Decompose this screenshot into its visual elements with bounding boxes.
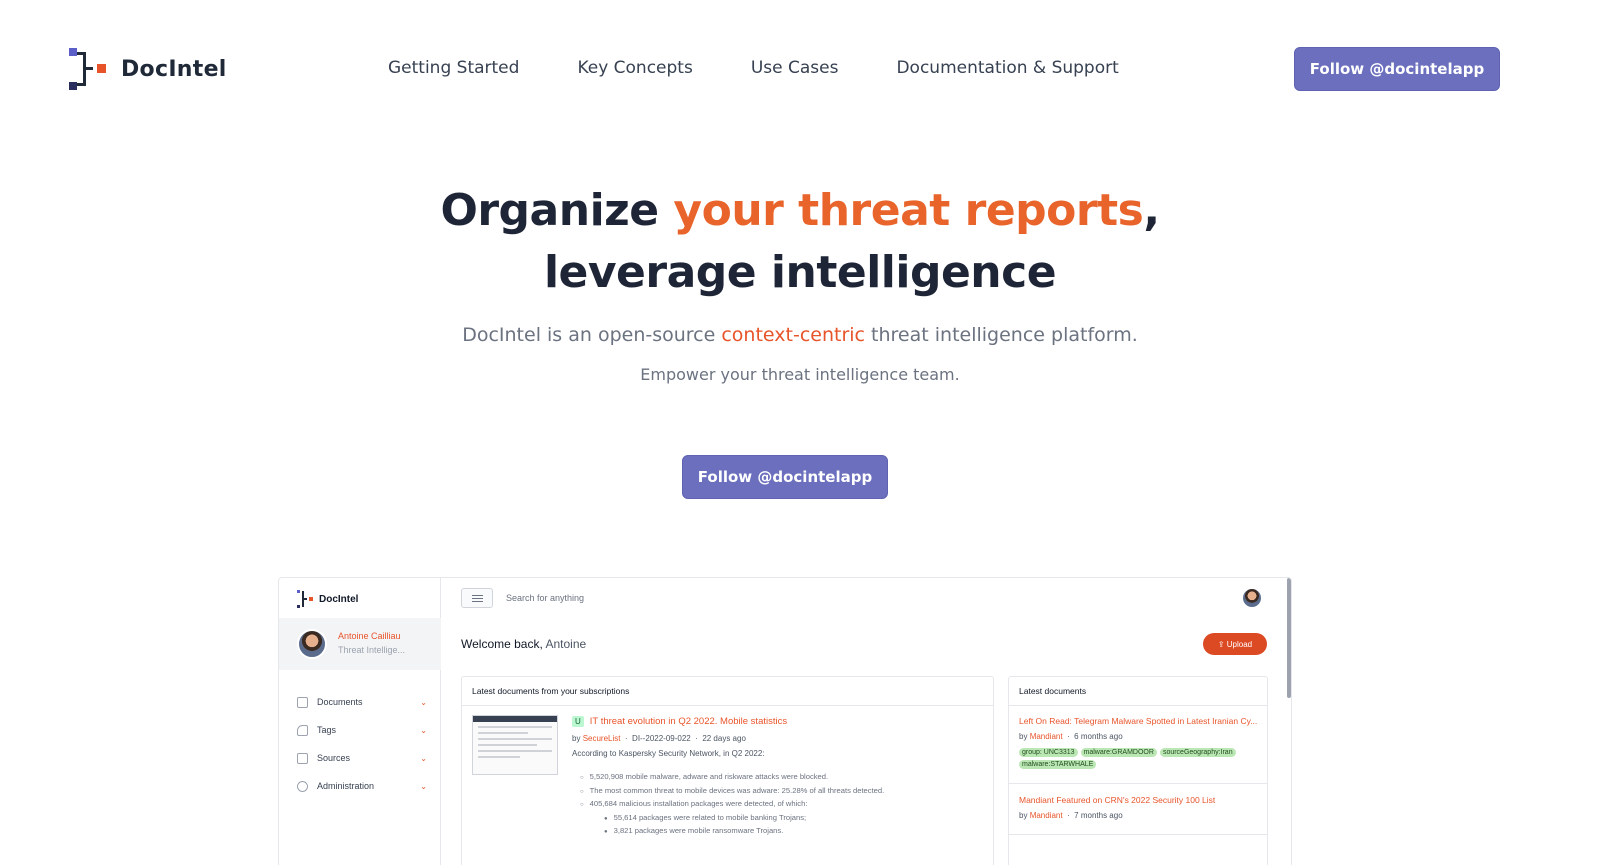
list-item: 55,614 packages were related to mobile b… (580, 813, 884, 827)
chevron-down-icon: ⌄ (420, 697, 427, 707)
hero-title-line2: leverage intelligence (543, 247, 1057, 298)
docintel-logo-icon (297, 590, 313, 608)
search-input[interactable]: Search for anything (506, 593, 584, 603)
upload-button[interactable]: ⇪ Upload (1203, 633, 1267, 655)
document-title-link[interactable]: Mandiant Featured on CRN's 2022 Security… (1019, 795, 1215, 805)
sidebar-item-label: Tags (317, 725, 337, 735)
top-navbar: DocIntel Getting Started Key Concepts Us… (0, 0, 1600, 140)
hero-section: Organize your threat reports, leverage i… (0, 180, 1600, 384)
tag-chip[interactable]: malware:STARWHALE (1019, 760, 1097, 769)
card-header: Latest documents from your subscriptions (462, 677, 993, 706)
list-item: 405,684 malicious installation packages … (580, 799, 884, 813)
hero-title-part1: Organize (440, 185, 674, 236)
sidebar-item-tags[interactable]: Tags ⌄ (297, 716, 427, 744)
document-age: 22 days ago (702, 734, 746, 743)
sidebar-item-administration[interactable]: Administration ⌄ (297, 772, 427, 800)
sidebar-nav: Documents ⌄ Tags ⌄ Sources ⌄ Administrat… (297, 688, 427, 800)
chevron-down-icon: ⌄ (420, 725, 427, 735)
brand-link[interactable]: DocIntel (69, 48, 227, 90)
follow-button-header[interactable]: Follow @docintelapp (1294, 47, 1500, 91)
app-screenshot: DocIntel Antoine Cailliau Threat Intelli… (278, 577, 1292, 865)
main-menu: Getting Started Key Concepts Use Cases D… (388, 58, 1119, 78)
list-item: The most common threat to mobile devices… (580, 786, 885, 800)
document-bullets: 5,520,908 mobile malware, adware and ris… (580, 772, 885, 840)
user-role: Threat Intellige... (338, 645, 406, 655)
latest-documents-card: Latest documents Left On Read: Telegram … (1008, 676, 1268, 865)
divider (1009, 834, 1267, 835)
tag-chip[interactable]: sourceGeography:Iran (1159, 748, 1236, 757)
sidebar-item-label: Documents (317, 697, 363, 707)
meta-by: by (572, 734, 581, 743)
card-header: Latest documents (1009, 677, 1267, 706)
chevron-down-icon: ⌄ (420, 781, 427, 791)
hero-subline: Empower your threat intelligence team. (640, 365, 960, 384)
app-brand-name: DocIntel (319, 593, 359, 605)
document-title-link[interactable]: Left On Read: Telegram Malware Spotted i… (1019, 716, 1257, 726)
source-link[interactable]: Mandiant (1030, 732, 1063, 741)
brand-name: DocIntel (121, 56, 227, 82)
nav-link-key-concepts[interactable]: Key Concepts (577, 58, 692, 78)
sidebar-item-label: Sources (317, 753, 351, 763)
document-meta: by Mandiant · 7 months ago (1019, 811, 1123, 820)
document-thumbnail[interactable] (472, 715, 558, 775)
avatar (297, 629, 327, 659)
nav-link-getting-started[interactable]: Getting Started (388, 58, 519, 78)
meta-by: by (1019, 811, 1028, 820)
welcome-message: Welcome back, Antoine (461, 637, 586, 651)
document-meta: by SecureList · DI--2022-09-022 · 22 day… (572, 734, 746, 743)
tag-chip[interactable]: malware:GRAMDOOR (1080, 748, 1157, 757)
hero-tagline: DocIntel is an open-source context-centr… (0, 324, 1600, 346)
hero-title-comma: , (1143, 185, 1160, 236)
welcome-prefix: Welcome back, (461, 637, 543, 651)
divider (1009, 783, 1267, 784)
gear-icon (297, 780, 308, 792)
document-description: According to Kaspersky Security Network,… (572, 749, 765, 758)
docintel-logo-icon (69, 48, 107, 90)
tagline-before: DocIntel is an open-source (462, 324, 722, 346)
list-item: 5,520,908 mobile malware, adware and ris… (580, 772, 884, 786)
subscriptions-card: Latest documents from your subscriptions… (461, 676, 994, 865)
app-brand: DocIntel (297, 590, 358, 608)
sidebar-item-sources[interactable]: Sources ⌄ (297, 744, 427, 772)
source-link[interactable]: Mandiant (1030, 811, 1063, 820)
follow-button-hero[interactable]: Follow @docintelapp (682, 455, 888, 499)
app-sidebar: DocIntel Antoine Cailliau Threat Intelli… (279, 578, 441, 865)
hamburger-menu-button[interactable] (461, 588, 493, 608)
tag-chip[interactable]: group: UNC3313 (1019, 748, 1078, 757)
document-age: 6 months ago (1074, 732, 1123, 741)
list-item: 3,821 packages were mobile ransomware Tr… (580, 826, 884, 840)
hero-title: Organize your threat reports, leverage i… (0, 180, 1600, 304)
document-title-link[interactable]: IT threat evolution in Q2 2022. Mobile s… (590, 716, 787, 727)
source-link[interactable]: SecureList (583, 734, 621, 743)
tagline-after: threat intelligence platform. (865, 324, 1138, 346)
upload-label: Upload (1226, 639, 1253, 649)
scrollbar[interactable] (1287, 578, 1291, 698)
sidebar-item-label: Administration (317, 781, 375, 791)
source-icon (297, 752, 308, 764)
nav-link-documentation-support[interactable]: Documentation & Support (896, 58, 1118, 78)
user-card[interactable]: Antoine Cailliau Threat Intellige... (279, 618, 441, 670)
document-age: 7 months ago (1074, 811, 1123, 820)
welcome-name: Antoine (542, 637, 587, 651)
avatar[interactable] (1242, 588, 1262, 608)
tag-list: group: UNC3313 malware:GRAMDOOR sourceGe… (1019, 748, 1265, 769)
tag-icon (297, 724, 308, 736)
user-name: Antoine Cailliau (338, 631, 401, 641)
nav-link-use-cases[interactable]: Use Cases (751, 58, 839, 78)
sidebar-item-documents[interactable]: Documents ⌄ (297, 688, 427, 716)
document-icon (297, 696, 308, 708)
meta-by: by (1019, 732, 1028, 741)
document-meta: by Mandiant · 6 months ago (1019, 732, 1123, 741)
document-title-row: U IT threat evolution in Q2 2022. Mobile… (572, 716, 787, 727)
chevron-down-icon: ⌄ (420, 753, 427, 763)
status-badge: U (572, 716, 584, 727)
hero-title-accent: your threat reports (673, 185, 1144, 236)
document-reference: DI--2022-09-022 (632, 734, 691, 743)
tagline-accent: context-centric (721, 324, 865, 346)
